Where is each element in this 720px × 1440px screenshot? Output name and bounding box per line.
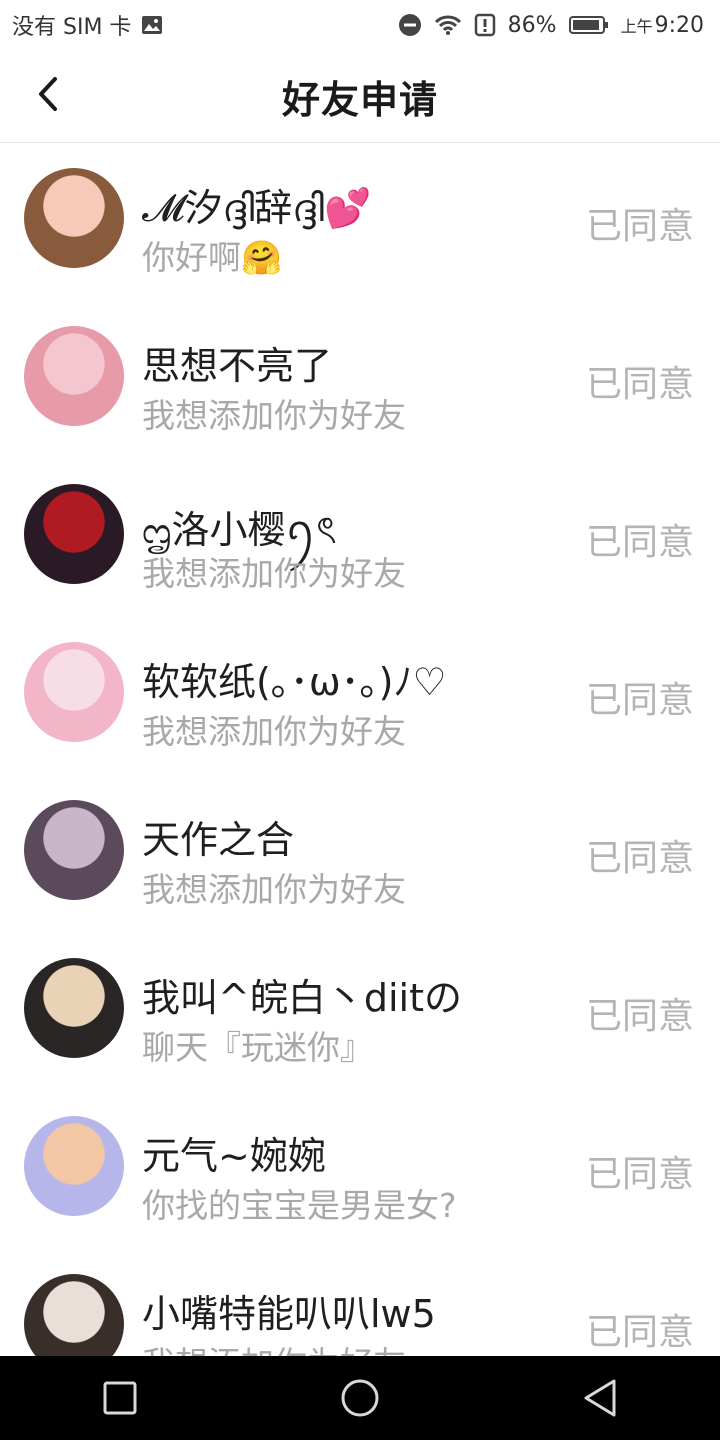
request-message: 我想添加你为好友 [142, 1337, 406, 1356]
clock-time: 9:20 [654, 12, 704, 38]
request-status: 已同意 [585, 522, 694, 563]
battery-percent: 86% [507, 12, 557, 38]
avatar[interactable] [24, 168, 124, 268]
friend-request-row[interactable]: 𝓜汐ദ്ദി辞ദ്ദി💕 你好啊🤗 已同意 [0, 143, 720, 301]
page-title: 好友申请 [281, 77, 438, 122]
requester-name: 天作之合 [142, 818, 295, 862]
chevron-left-icon [39, 77, 57, 111]
request-message: 我想添加你为好友 [142, 554, 406, 593]
request-status: 已同意 [585, 1154, 694, 1195]
home-button[interactable] [320, 1356, 400, 1440]
alert-icon [474, 13, 496, 37]
requester-name: 软软纸(｡･ω･｡)ﾉ♡ [142, 660, 447, 704]
time-prefix: 上午 [620, 16, 653, 36]
requester-name: 我叫^皖白丶diitの [142, 976, 462, 1020]
request-message: 你找的宝宝是男是女? [142, 1186, 457, 1225]
requester-name: 𝓜汐ദ്ദി辞ദ്ദി💕 [142, 186, 372, 230]
friend-request-row[interactable]: 思想不亮了 我想添加你为好友 已同意 [0, 301, 720, 459]
friend-request-list[interactable]: 𝓜汐ദ്ദി辞ദ്ദി💕 你好啊🤗 已同意 思想不亮了 我想添加你为好友 已同意… [0, 143, 720, 1356]
do-not-disturb-icon [398, 13, 422, 37]
avatar[interactable] [24, 484, 124, 584]
friend-request-row[interactable]: ᦗ洛小樱ꪆৎ 我想添加你为好友 已同意 [0, 459, 720, 617]
friend-request-row[interactable]: 软软纸(｡･ω･｡)ﾉ♡ 我想添加你为好友 已同意 [0, 617, 720, 775]
avatar[interactable] [24, 800, 124, 900]
request-status: 已同意 [585, 838, 694, 879]
requester-name: 思想不亮了 [142, 344, 333, 388]
request-status: 已同意 [585, 996, 694, 1037]
requester-name: 元气~婉婉 [142, 1134, 326, 1178]
friend-request-row[interactable]: 元气~婉婉 你找的宝宝是男是女? 已同意 [0, 1091, 720, 1249]
avatar[interactable] [24, 958, 124, 1058]
avatar[interactable] [24, 1274, 124, 1356]
square-icon [103, 1381, 137, 1415]
recents-button[interactable] [80, 1356, 160, 1440]
request-status: 已同意 [585, 1312, 694, 1353]
avatar[interactable] [24, 1116, 124, 1216]
requester-name: 小嘴特能叭叭lw5 [142, 1292, 436, 1336]
back-button[interactable] [26, 72, 70, 116]
app-bar: 好友申请 [0, 50, 720, 143]
battery-icon [568, 15, 609, 35]
avatar[interactable] [24, 642, 124, 742]
wifi-icon [434, 14, 462, 36]
system-nav-bar [0, 1356, 720, 1440]
request-status: 已同意 [585, 364, 694, 405]
request-message: 我想添加你为好友 [142, 396, 406, 435]
status-bar: 没有 SIM 卡 86% 上午9:20 [0, 0, 720, 50]
request-message: 你好啊🤗 [142, 238, 283, 277]
request-message: 我想添加你为好友 [142, 870, 406, 909]
circle-icon [341, 1379, 379, 1417]
back-nav-button[interactable] [560, 1356, 640, 1440]
avatar[interactable] [24, 326, 124, 426]
request-status: 已同意 [585, 680, 694, 721]
friend-request-row[interactable]: 小嘴特能叭叭lw5 我想添加你为好友 已同意 [0, 1249, 720, 1356]
carrier-text: 没有 SIM 卡 [12, 15, 132, 40]
request-message: 我想添加你为好友 [142, 712, 406, 751]
image-icon [141, 15, 163, 35]
friend-request-row[interactable]: 我叫^皖白丶diitの 聊天『玩迷你』 已同意 [0, 933, 720, 1091]
triangle-back-icon [584, 1379, 616, 1417]
request-message: 聊天『玩迷你』 [142, 1028, 373, 1067]
request-status: 已同意 [585, 206, 694, 247]
friend-request-row[interactable]: 天作之合 我想添加你为好友 已同意 [0, 775, 720, 933]
